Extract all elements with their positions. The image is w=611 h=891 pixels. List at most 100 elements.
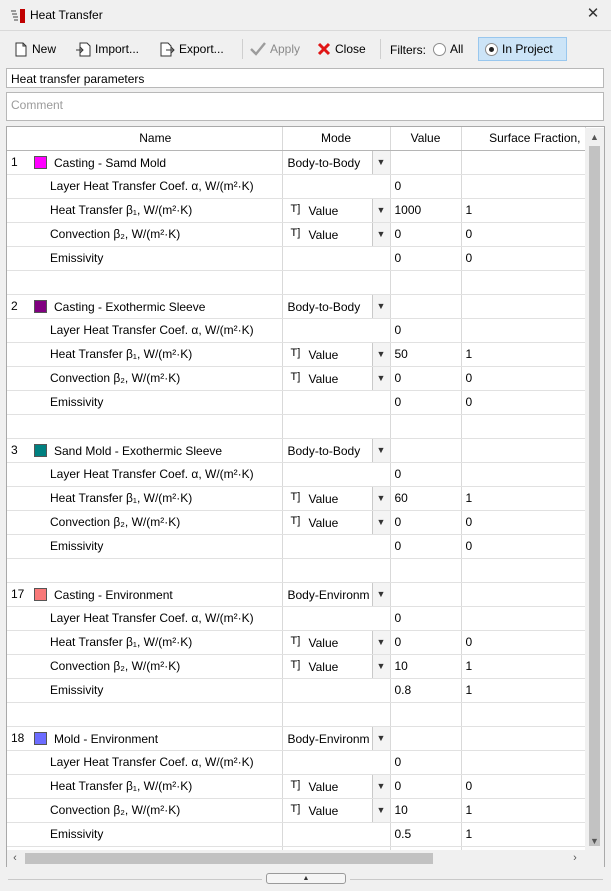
dropdown-arrow-icon[interactable]: ▼	[371, 150, 389, 173]
parameter-row[interactable]: Emissivity 0 0	[7, 390, 586, 415]
parameter-value[interactable]: 0	[390, 174, 462, 199]
dropdown-arrow-icon[interactable]: ▼	[371, 342, 389, 365]
parameter-value[interactable]: 60	[390, 486, 462, 511]
parameter-value[interactable]: 0	[390, 750, 462, 775]
scroll-down-icon[interactable]: ▼	[585, 833, 604, 849]
parameter-value[interactable]: 0	[390, 246, 462, 271]
close-window-icon[interactable]: ✕	[585, 5, 601, 23]
horizontal-scrollbar[interactable]: ‹ ›	[7, 850, 585, 867]
group-name-cell[interactable]: Mold - Environment	[29, 726, 283, 751]
parameter-value[interactable]: 0.5	[390, 822, 462, 847]
parameter-row[interactable]: Heat Transfer β₁, W/(m²·K) T] Value ▼ 60 1	[7, 486, 586, 511]
comment-field[interactable]: Comment	[6, 92, 604, 121]
dropdown-arrow-icon[interactable]: ▼	[371, 510, 389, 533]
fraction-cell[interactable]	[461, 582, 586, 607]
parameter-row[interactable]: Layer Heat Transfer Coef. α, W/(m²·K) 0	[7, 318, 586, 343]
parameter-mode-cell[interactable]: T] Value ▼	[282, 366, 391, 391]
group-row[interactable]: 2 Casting - Exothermic Sleeve Body-to-Body…	[7, 294, 586, 319]
parameter-value[interactable]: 0.8	[390, 678, 462, 703]
parameter-mode-cell[interactable]: T] Value ▼	[282, 654, 391, 679]
parameter-row[interactable]: Layer Heat Transfer Coef. α, W/(m²·K) 0	[7, 174, 586, 199]
parameter-row[interactable]: Convection β₂, W/(m²·K) T] Value ▼ 10 1	[7, 654, 586, 679]
value-cell[interactable]	[390, 582, 462, 607]
parameter-row[interactable]: Heat Transfer β₁, W/(m²·K) T] Value ▼ 50 1	[7, 342, 586, 367]
mode-select[interactable]: Body-Environm ▼	[282, 726, 391, 751]
group-name-cell[interactable]: Sand Mold - Exothermic Sleeve	[29, 438, 283, 463]
parameter-row[interactable]: Heat Transfer β₁, W/(m²·K) T] Value ▼ 1000 1	[7, 198, 586, 223]
parameter-mode-select[interactable]: T] Value ▼	[283, 774, 389, 797]
parameter-fraction[interactable]: 1	[461, 342, 586, 367]
group-row[interactable]: 1 Casting - Samd Mold Body-to-Body ▼	[7, 150, 586, 175]
group-name-cell[interactable]: Casting - Samd Mold	[29, 150, 283, 175]
column-header-value[interactable]: Value	[390, 127, 462, 151]
parameter-mode-cell[interactable]: T] Value ▼	[282, 342, 391, 367]
color-swatch[interactable]	[34, 731, 47, 745]
vertical-scrollbar[interactable]: ▲ ▼	[585, 128, 604, 850]
dropdown-arrow-icon[interactable]: ▼	[371, 774, 389, 797]
dropdown-arrow-icon[interactable]: ▼	[371, 294, 389, 317]
parameter-mode-cell[interactable]: T] Value ▼	[282, 774, 391, 799]
parameter-value[interactable]: 0	[390, 774, 462, 799]
dropdown-arrow-icon[interactable]: ▼	[371, 198, 389, 221]
parameter-mode-cell[interactable]: T] Value ▼	[282, 198, 391, 223]
parameter-mode-cell[interactable]: T] Value ▼	[282, 630, 391, 655]
parameter-value[interactable]: 0	[390, 510, 462, 535]
dropdown-arrow-icon[interactable]: ▼	[371, 438, 389, 461]
group-row[interactable]: 18 Mold - Environment Body-Environm ▼	[7, 726, 586, 751]
color-swatch[interactable]	[34, 155, 47, 169]
parameter-fraction[interactable]: 0	[461, 534, 586, 559]
color-swatch[interactable]	[34, 587, 47, 601]
fraction-cell[interactable]	[461, 438, 586, 463]
dropdown-arrow-icon[interactable]: ▼	[371, 366, 389, 389]
value-cell[interactable]	[390, 726, 462, 751]
parameter-fraction[interactable]: 1	[461, 198, 586, 223]
parameter-fraction[interactable]	[461, 318, 586, 343]
parameter-value[interactable]: 1000	[390, 198, 462, 223]
column-header-mode[interactable]: Mode	[282, 127, 391, 151]
fraction-cell[interactable]	[461, 294, 586, 319]
scroll-left-icon[interactable]: ‹	[7, 850, 23, 867]
scroll-right-icon[interactable]: ›	[567, 850, 583, 867]
mode-select[interactable]: Body-to-Body ▼	[282, 150, 391, 175]
dropdown-arrow-icon[interactable]: ▼	[371, 630, 389, 653]
parameter-mode-cell[interactable]: T] Value ▼	[282, 510, 391, 535]
fraction-cell[interactable]	[461, 150, 586, 175]
parameter-row[interactable]: Convection β₂, W/(m²·K) T] Value ▼ 0 0	[7, 222, 586, 247]
value-cell[interactable]	[390, 294, 462, 319]
parameter-fraction[interactable]: 1	[461, 798, 586, 823]
parameter-fraction[interactable]: 0	[461, 510, 586, 535]
parameter-mode-select[interactable]: T] Value ▼	[283, 222, 389, 245]
parameter-row[interactable]: Layer Heat Transfer Coef. α, W/(m²·K) 0	[7, 606, 586, 631]
expand-panel-button[interactable]: ▲	[266, 873, 346, 884]
group-row[interactable]: 3 Sand Mold - Exothermic Sleeve Body-to-Bo…	[7, 438, 586, 463]
vertical-scroll-thumb[interactable]	[589, 146, 600, 846]
parameter-mode-cell[interactable]: T] Value ▼	[282, 798, 391, 823]
dropdown-arrow-icon[interactable]: ▼	[371, 798, 389, 821]
parameters-name-field[interactable]: Heat transfer parameters	[6, 68, 604, 88]
parameter-fraction[interactable]: 1	[461, 678, 586, 703]
parameter-value[interactable]: 0	[390, 318, 462, 343]
import-button[interactable]: Import...	[72, 37, 142, 61]
parameter-row[interactable]: Emissivity 0 0	[7, 534, 586, 559]
parameter-mode-select[interactable]: T] Value ▼	[283, 198, 389, 221]
fraction-cell[interactable]	[461, 726, 586, 751]
export-button[interactable]: Export...	[156, 37, 227, 61]
parameter-mode-select[interactable]: T] Value ▼	[283, 654, 389, 677]
parameter-row[interactable]: Convection β₂, W/(m²·K) T] Value ▼ 0 0	[7, 510, 586, 535]
parameter-row[interactable]: Layer Heat Transfer Coef. α, W/(m²·K) 0	[7, 462, 586, 487]
mode-select[interactable]: Body-to-Body ▼	[282, 294, 391, 319]
new-button[interactable]: New	[11, 37, 59, 61]
parameter-fraction[interactable]: 0	[461, 246, 586, 271]
filter-all-radio[interactable]: All	[430, 37, 466, 61]
dropdown-arrow-icon[interactable]: ▼	[371, 582, 389, 605]
close-button[interactable]: Close	[314, 37, 369, 61]
parameter-value[interactable]: 10	[390, 654, 462, 679]
parameter-row[interactable]: Emissivity 0.8 1	[7, 678, 586, 703]
parameter-fraction[interactable]: 1	[461, 486, 586, 511]
parameter-row[interactable]: Emissivity 0.5 1	[7, 822, 586, 847]
parameter-value[interactable]: 0	[390, 390, 462, 415]
color-swatch[interactable]	[34, 443, 47, 457]
value-cell[interactable]	[390, 150, 462, 175]
parameter-row[interactable]: Emissivity 0 0	[7, 246, 586, 271]
group-row[interactable]: 17 Casting - Environment Body-Environm ▼	[7, 582, 586, 607]
